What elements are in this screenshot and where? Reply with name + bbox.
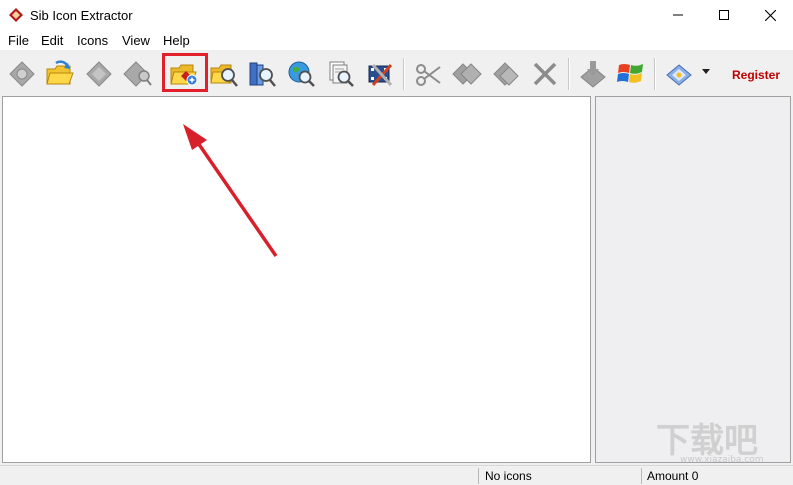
app-window: Sib Icon Extractor File Edit Icons View …	[0, 0, 793, 485]
watermark-url: www.xiazaiba.com	[680, 455, 764, 465]
watermark-logo: 下载吧	[656, 421, 758, 460]
annotation-arrow	[183, 124, 278, 257]
